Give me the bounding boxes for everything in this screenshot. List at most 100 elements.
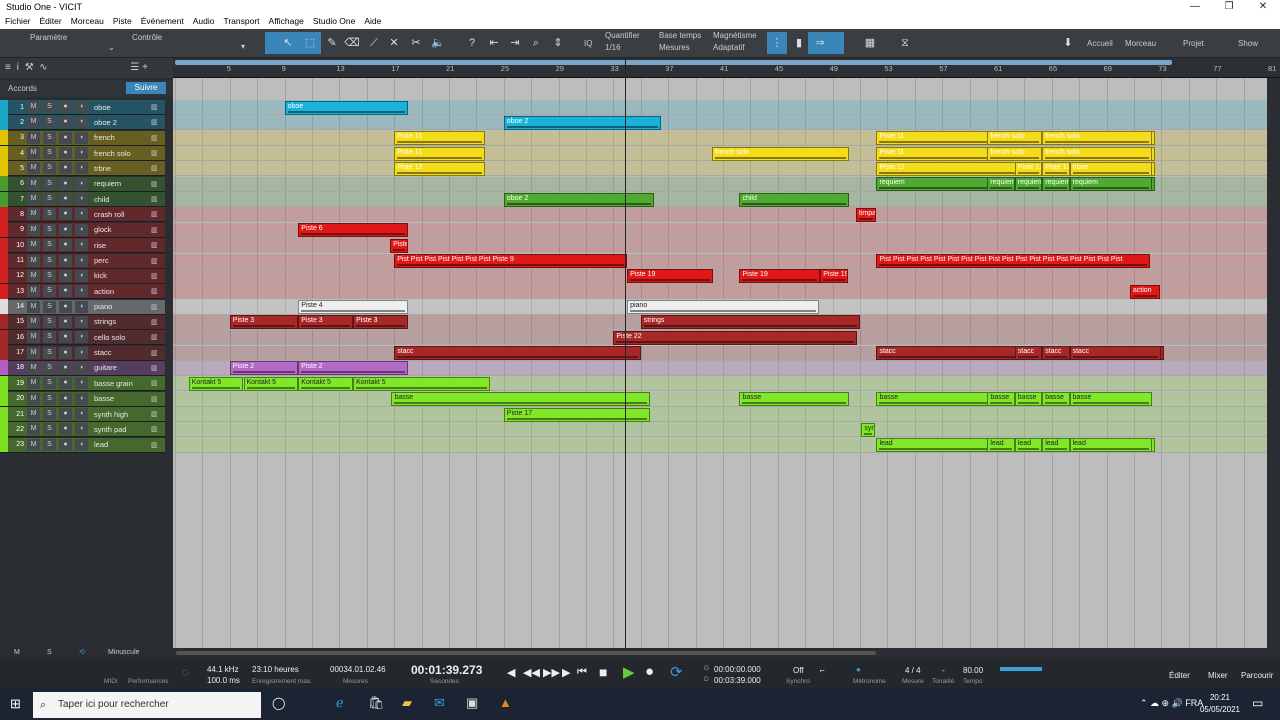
taskbar-search-input[interactable]: Taper ici pour rechercher — [33, 692, 261, 718]
solo-button[interactable]: S — [43, 361, 56, 374]
instrument-icon[interactable]: ▥ — [151, 180, 165, 188]
track-name[interactable]: oboe 2 — [91, 118, 151, 127]
solo-button[interactable]: S — [43, 147, 56, 160]
event-clip[interactable]: stacc — [1069, 346, 1162, 361]
record-arm-icon[interactable]: ● — [59, 423, 72, 436]
monitor-icon[interactable]: ◖ — [75, 147, 88, 160]
track-lane[interactable] — [173, 268, 1267, 284]
home-tab[interactable]: Accueil — [1087, 39, 1113, 48]
timebase-select[interactable]: Mesures — [659, 43, 690, 52]
monitor-icon[interactable]: ◖ — [75, 392, 88, 405]
show-tab[interactable]: Show — [1238, 39, 1258, 48]
song-tab[interactable]: Morceau — [1125, 39, 1156, 48]
solo-button[interactable]: S — [43, 377, 56, 390]
key-value[interactable]: - — [942, 666, 945, 675]
monitor-icon[interactable]: ◖ — [75, 361, 88, 374]
instrument-icon[interactable]: ▥ — [151, 379, 165, 387]
event-clip[interactable]: syn — [861, 422, 876, 437]
track-header[interactable]: 23 M S ● ◖ lead ▥ — [0, 437, 165, 453]
solo-button[interactable]: S — [43, 346, 56, 359]
monitor-icon[interactable]: ◖ — [75, 346, 88, 359]
event-clip[interactable]: requiem — [987, 177, 1015, 192]
event-clip[interactable]: Kontakt 5 — [353, 376, 491, 391]
task-view-icon[interactable]: ◯ — [272, 696, 285, 710]
monitor-icon[interactable]: ◖ — [75, 116, 88, 129]
menu-item[interactable]: Studio One — [313, 15, 356, 29]
pencil-tool-icon[interactable]: ✎ — [322, 32, 342, 54]
maximize-button[interactable]: ❐ — [1212, 0, 1246, 15]
track-header[interactable]: 6 M S ● ◖ requiem ▥ — [0, 176, 165, 192]
quantize-select[interactable]: 1/16 — [605, 43, 621, 52]
track-header[interactable]: 16 M S ● ◖ cello solo ▥ — [0, 329, 165, 346]
track-name[interactable]: basse grain — [91, 379, 151, 388]
loop-start[interactable]: 00:00:00.000 — [714, 665, 761, 674]
track-name[interactable]: lead — [91, 440, 151, 449]
monitor-icon[interactable]: ◖ — [75, 423, 88, 436]
event-clip[interactable]: lead — [1042, 438, 1070, 453]
record-arm-icon[interactable]: ● — [59, 346, 72, 359]
event-clip[interactable]: basse — [987, 392, 1015, 407]
event-clip[interactable]: strings — [640, 315, 860, 330]
mute-button[interactable]: M — [27, 408, 40, 420]
record-arm-icon[interactable]: ● — [59, 300, 72, 313]
instrument-icon[interactable]: ▥ — [151, 210, 165, 218]
record-arm-icon[interactable]: ● — [59, 131, 72, 144]
track-lane[interactable] — [173, 238, 1267, 254]
event-clip[interactable]: Piste 12 — [1014, 161, 1043, 176]
monitor-icon[interactable]: ◖ — [75, 177, 88, 190]
event-clip[interactable]: french solo — [987, 131, 1043, 146]
time-display[interactable]: 00:01:39.273 — [411, 663, 482, 677]
mute-button[interactable]: M — [27, 331, 40, 344]
track-header[interactable]: 12 M S ● ◖ kick ▥ — [0, 268, 165, 284]
event-clip[interactable]: requiem — [1069, 177, 1152, 192]
track-name[interactable]: guitare — [91, 363, 151, 372]
mute-button[interactable]: M — [27, 101, 40, 113]
record-arm-icon[interactable]: ● — [59, 392, 72, 405]
record-arm-icon[interactable]: ● — [59, 177, 72, 190]
event-clip[interactable]: Piste 19 — [820, 269, 848, 284]
playback-cursor[interactable] — [625, 58, 626, 648]
record-arm-icon[interactable]: ● — [59, 254, 72, 267]
split-tool-icon[interactable]: ✂ — [406, 32, 426, 54]
event-clip[interactable]: Piste 12 — [394, 161, 485, 176]
event-clip[interactable]: Piste 4 — [298, 300, 408, 315]
event-clip[interactable]: oboe — [284, 100, 408, 115]
event-clip[interactable]: Kontakt 5 — [243, 376, 299, 391]
track-name[interactable]: glock — [91, 225, 151, 234]
event-clip[interactable]: Piste 2 — [229, 361, 299, 376]
event-clip[interactable]: Piste 6 — [298, 223, 408, 238]
record-arm-icon[interactable]: ● — [59, 116, 72, 129]
track-name[interactable]: synth pad — [91, 425, 151, 434]
record-arm-icon[interactable]: ● — [59, 147, 72, 160]
mute-button[interactable]: M — [27, 147, 40, 160]
instrument-icon[interactable]: ▥ — [151, 410, 165, 418]
menu-item[interactable]: Transport — [223, 15, 259, 29]
menu-item[interactable]: Audio — [193, 15, 215, 29]
track-name[interactable]: action — [91, 287, 151, 296]
monitor-icon[interactable]: ◖ — [75, 162, 88, 175]
mute-all-button[interactable]: M — [14, 649, 20, 656]
menu-item[interactable]: Fichier — [5, 15, 31, 29]
track-lane[interactable] — [173, 422, 1267, 438]
record-arm-icon[interactable]: ● — [59, 331, 72, 344]
instrument-icon[interactable]: ▥ — [151, 241, 165, 249]
event-clip[interactable]: Pist Pist Pist Pist Pist Pist Pist Pist … — [876, 254, 1151, 268]
event-clip[interactable]: Piste 11 — [394, 131, 485, 146]
track-header[interactable]: 14 M S ● ◖ piano ▥ — [0, 299, 165, 315]
track-header[interactable]: 15 M S ● ◖ strings ▥ — [0, 314, 165, 330]
track-name[interactable]: rise — [91, 241, 151, 250]
solo-button[interactable]: S — [43, 408, 56, 420]
track-name[interactable]: strings — [91, 317, 151, 326]
monitor-icon[interactable]: ◖ — [75, 438, 88, 451]
event-clip[interactable]: Piste 3 — [298, 315, 354, 330]
menu-item[interactable]: Morceau — [71, 15, 104, 29]
solo-button[interactable]: S — [43, 423, 56, 436]
solo-button[interactable]: S — [43, 116, 56, 129]
event-clip[interactable]: french solo — [987, 146, 1043, 161]
zoom-icon[interactable]: ⌕ — [526, 32, 546, 54]
paint-tool-icon[interactable]: ⟋ — [364, 32, 384, 54]
record-arm-icon[interactable]: ● — [59, 285, 72, 298]
help-icon[interactable]: ? — [462, 32, 482, 54]
track-name[interactable]: child — [91, 195, 151, 204]
solo-button[interactable]: S — [43, 438, 56, 451]
